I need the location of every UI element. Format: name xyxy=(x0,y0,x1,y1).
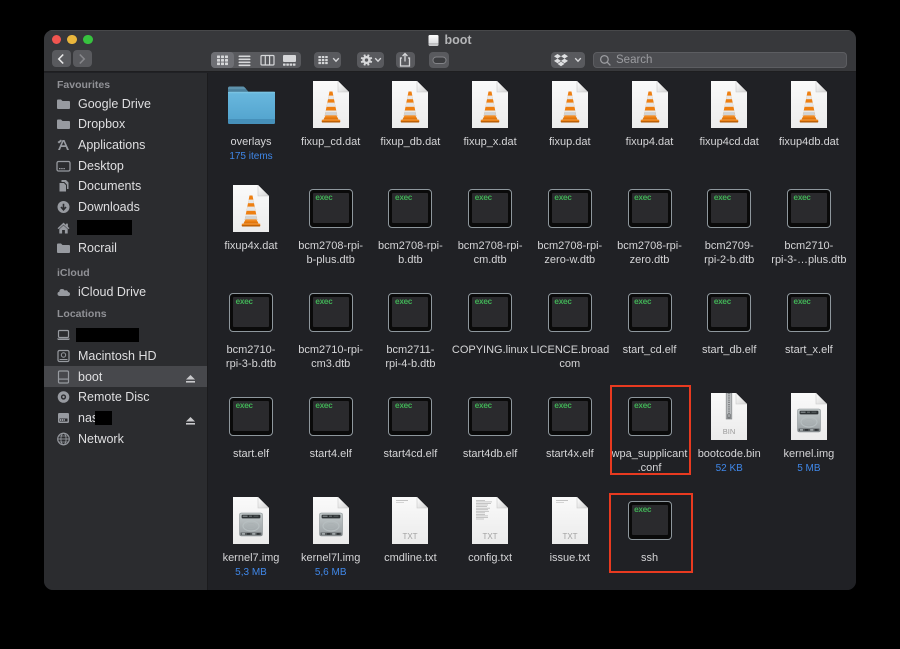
svg-text:BIN: BIN xyxy=(723,427,736,436)
svg-text:TXT: TXT xyxy=(562,532,577,541)
svg-text:TXT: TXT xyxy=(483,532,498,541)
svg-text:TXT: TXT xyxy=(403,532,418,541)
